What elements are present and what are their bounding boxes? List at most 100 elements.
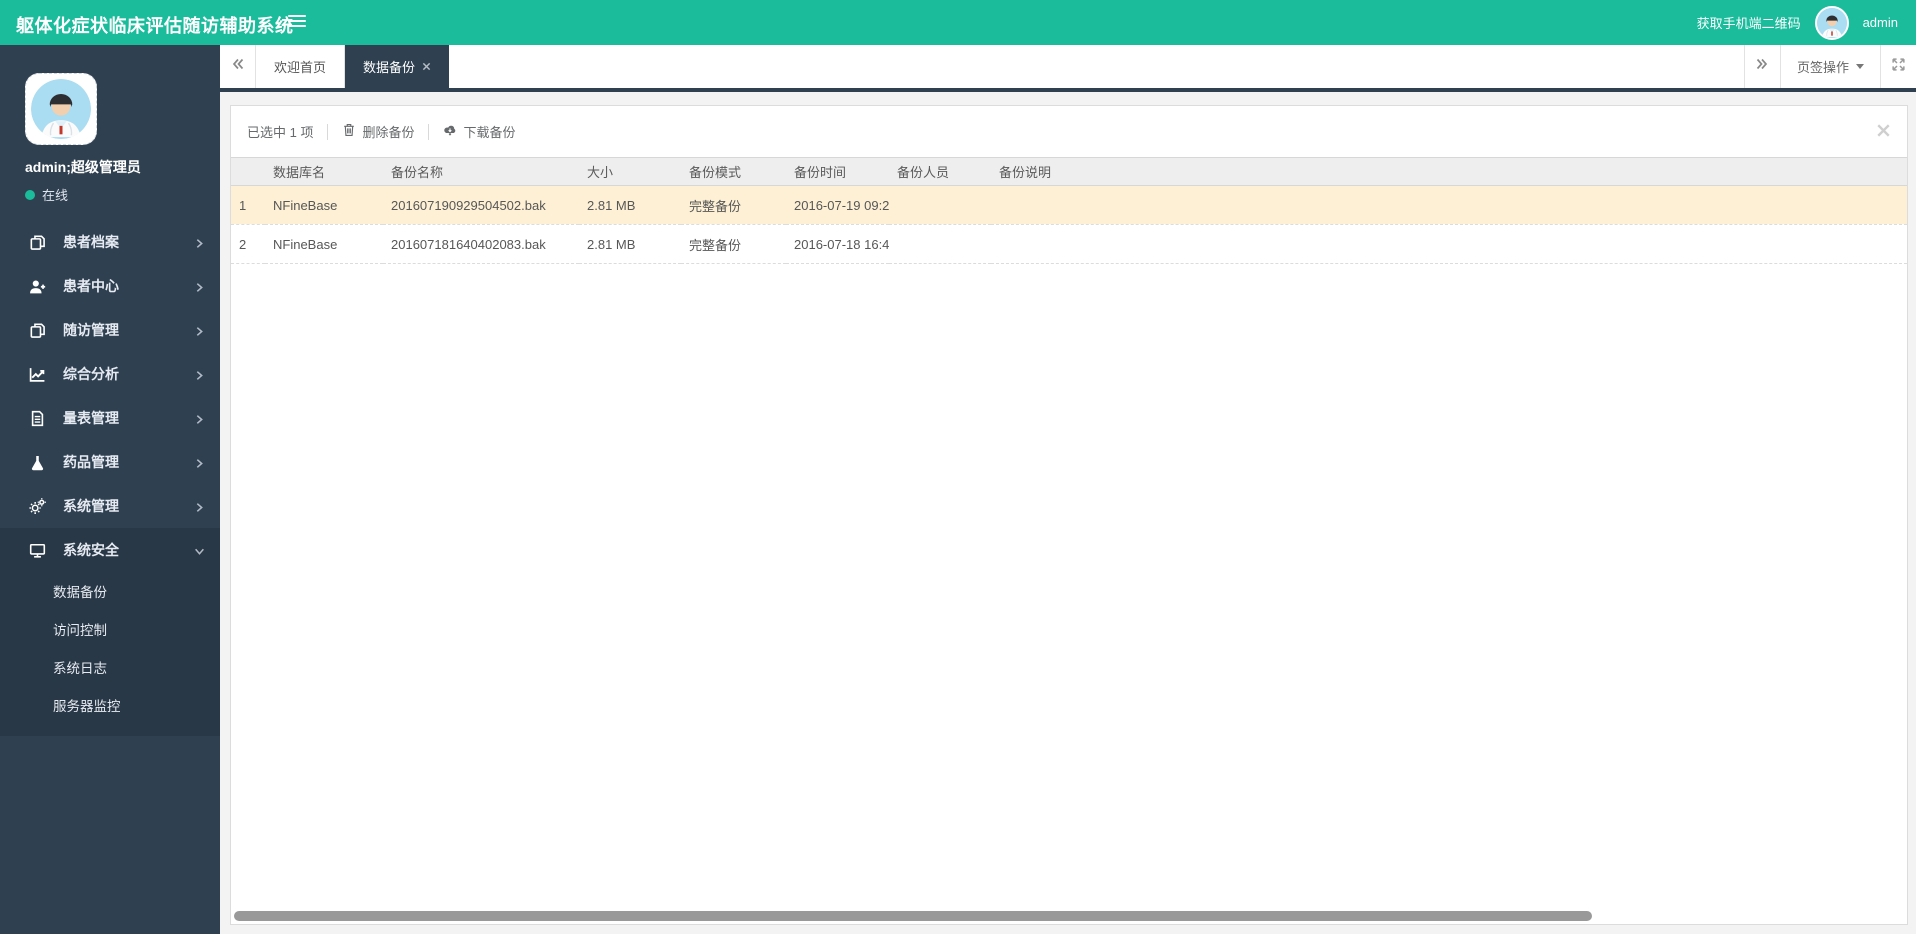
header-avatar[interactable] [1814, 5, 1849, 40]
table-row[interactable]: 2 NFineBase 201607181640402083.bak 2.81 … [231, 224, 1907, 264]
tab-label: 欢迎首页 [274, 60, 327, 75]
toolbar-divider [327, 123, 329, 140]
sidebar-item-followup[interactable]: 随访管理 [0, 308, 220, 352]
cell-note [991, 224, 1907, 264]
qr-code-link[interactable]: 获取手机端二维码 [1697, 13, 1801, 32]
cell-person [889, 224, 991, 264]
file-text-icon [28, 409, 46, 427]
cell-note [991, 185, 1907, 225]
tab-data-backup[interactable]: 数据备份 [345, 45, 450, 88]
col-mode[interactable]: 备份模式 [681, 157, 786, 186]
copy-icon [28, 321, 46, 339]
selected-count-label: 已选中 1 项 [247, 125, 314, 140]
col-person[interactable]: 备份人员 [889, 157, 991, 186]
user-plus-icon [28, 277, 46, 295]
sidebar-item-system-security[interactable]: 系统安全 [0, 528, 220, 572]
sidebar-subitem-data-backup[interactable]: 数据备份 [0, 574, 220, 612]
cell-mode: 完整备份 [681, 185, 786, 225]
col-backup-name[interactable]: 备份名称 [383, 157, 579, 186]
sidebar-item-label: 随访管理 [63, 322, 119, 338]
col-note[interactable]: 备份说明 [991, 157, 1907, 186]
cell-database: NFineBase [265, 185, 383, 225]
cell-mode: 完整备份 [681, 224, 786, 264]
sidebar-item-analysis[interactable]: 综合分析 [0, 352, 220, 396]
col-database[interactable]: 数据库名 [265, 157, 383, 186]
horizontal-scrollbar[interactable] [234, 911, 1592, 921]
fullscreen-button[interactable] [1880, 45, 1916, 88]
delete-backup-label: 删除备份 [362, 125, 415, 140]
tab-bar: 欢迎首页 数据备份 页签操作 [220, 45, 1916, 92]
flask-icon [28, 453, 46, 471]
sidebar-item-patient-center[interactable]: 患者中心 [0, 264, 220, 308]
chevron-right-icon [194, 324, 206, 336]
copy-icon [28, 233, 46, 251]
tab-operations-label: 页签操作 [1796, 60, 1849, 75]
tabbar-spacer [449, 45, 1744, 88]
gears-icon [28, 497, 46, 515]
sidebar-item-label: 患者中心 [63, 278, 119, 294]
caret-down-icon [1856, 64, 1864, 69]
app-title: 躯体化症状临床评估随访辅助系统 [16, 16, 294, 36]
tab-label: 数据备份 [363, 60, 416, 75]
col-seq [231, 157, 265, 186]
download-backup-button[interactable]: 下载备份 [443, 122, 516, 141]
header-username[interactable]: admin [1863, 15, 1898, 30]
sidebar-item-medicine[interactable]: 药品管理 [0, 440, 220, 484]
cell-seq: 2 [231, 224, 265, 264]
cloud-download-icon [443, 123, 457, 140]
cell-database: NFineBase [265, 224, 383, 264]
chevron-right-icon [194, 500, 206, 512]
table-header-row: 数据库名 备份名称 大小 备份模式 备份时间 备份人员 备份说明 [231, 157, 1907, 186]
data-backup-panel: 已选中 1 项 删除备份 下载备份 数据库名 备份名称 大小 备份模式 备份时间… [230, 105, 1908, 925]
expand-icon [1891, 57, 1906, 77]
sidebar-item-label: 综合分析 [63, 366, 119, 382]
delete-backup-button[interactable]: 删除备份 [342, 122, 414, 141]
hamburger-icon[interactable] [288, 15, 306, 29]
download-backup-label: 下载备份 [463, 125, 516, 140]
profile-avatar[interactable] [25, 73, 97, 145]
trash-icon [342, 123, 356, 140]
sidebar-item-label: 系统管理 [63, 498, 119, 514]
sidebar-subitem-access-control[interactable]: 访问控制 [0, 612, 220, 650]
sidebar-subitem-server-monitor[interactable]: 服务器监控 [0, 688, 220, 726]
sidebar-item-scales[interactable]: 量表管理 [0, 396, 220, 440]
cell-person [889, 185, 991, 225]
cell-seq: 1 [231, 185, 265, 225]
sidebar-nav: 患者档案 患者中心 随访管理 综合分析 量表管理 药品管理 系统管理 系统安全 … [0, 220, 220, 736]
online-status-dot [25, 189, 35, 200]
main-content: 已选中 1 项 删除备份 下载备份 数据库名 备份名称 大小 备份模式 备份时间… [220, 96, 1916, 934]
close-tab-icon[interactable] [422, 62, 431, 71]
table-row[interactable]: 1 NFineBase 201607190929504502.bak 2.81 … [231, 185, 1907, 225]
sidebar-item-label: 药品管理 [63, 454, 119, 470]
cell-time: 2016-07-18 16:40 [786, 224, 889, 264]
close-panel-icon[interactable] [1876, 123, 1891, 141]
online-status-label: 在线 [42, 188, 69, 203]
cell-size: 2.81 MB [579, 185, 681, 225]
sidebar-subitem-system-log[interactable]: 系统日志 [0, 650, 220, 688]
chevron-right-icon [194, 412, 206, 424]
tabs-scroll-right-button[interactable] [1743, 45, 1780, 88]
col-size[interactable]: 大小 [579, 157, 681, 186]
sidebar-item-patient-archive[interactable]: 患者档案 [0, 220, 220, 264]
sidebar-item-label: 量表管理 [63, 410, 119, 426]
tab-welcome[interactable]: 欢迎首页 [256, 45, 346, 88]
chart-line-icon [28, 365, 46, 383]
angle-double-right-icon [1755, 57, 1769, 76]
chevron-down-icon [194, 544, 206, 556]
col-time[interactable]: 备份时间 [786, 157, 889, 186]
chevron-right-icon [194, 456, 206, 468]
sidebar-item-system-manage[interactable]: 系统管理 [0, 484, 220, 528]
cell-size: 2.81 MB [579, 224, 681, 264]
cell-backup-name: 201607181640402083.bak [383, 224, 579, 264]
app-header: 躯体化症状临床评估随访辅助系统 获取手机端二维码 admin [0, 0, 1916, 45]
grid-toolbar: 已选中 1 项 删除备份 下载备份 [231, 106, 1907, 157]
backup-table: 数据库名 备份名称 大小 备份模式 备份时间 备份人员 备份说明 1 NFine… [231, 157, 1907, 264]
tab-operations-dropdown[interactable]: 页签操作 [1779, 45, 1880, 88]
desktop-icon [28, 541, 46, 559]
sidebar-item-label: 系统安全 [63, 542, 119, 558]
angle-double-left-icon [231, 57, 245, 76]
chevron-right-icon [194, 368, 206, 380]
cell-time: 2016-07-19 09:29 [786, 185, 889, 225]
cell-backup-name: 201607190929504502.bak [383, 185, 579, 225]
tabs-scroll-left-button[interactable] [220, 45, 256, 88]
